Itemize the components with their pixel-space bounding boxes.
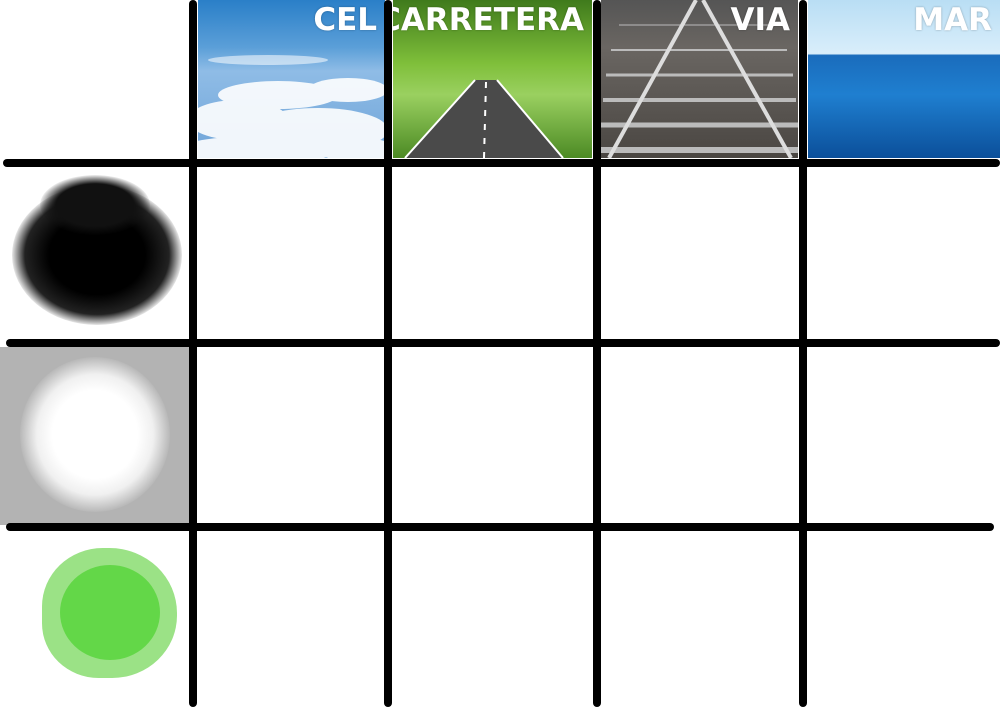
- column-label: CEL: [313, 2, 377, 38]
- grid-line-horizontal: [6, 339, 1000, 347]
- grid-line-horizontal: [6, 523, 994, 531]
- grid-line-vertical: [189, 0, 197, 707]
- grid-line-vertical: [593, 0, 601, 707]
- grid-line-horizontal: [3, 159, 1000, 167]
- column-label: CARRETERA: [393, 2, 584, 38]
- row-image-white-blot: [0, 347, 190, 525]
- column-header-cel: CEL: [198, 0, 385, 158]
- column-label: MAR: [913, 2, 992, 38]
- grid-line-vertical: [384, 0, 392, 707]
- grid-line-vertical: [799, 0, 807, 707]
- column-label: VIA: [730, 2, 790, 38]
- column-header-via: VIA: [601, 0, 798, 158]
- column-header-mar: MAR: [808, 0, 1000, 158]
- column-header-carretera: CARRETERA: [393, 0, 592, 158]
